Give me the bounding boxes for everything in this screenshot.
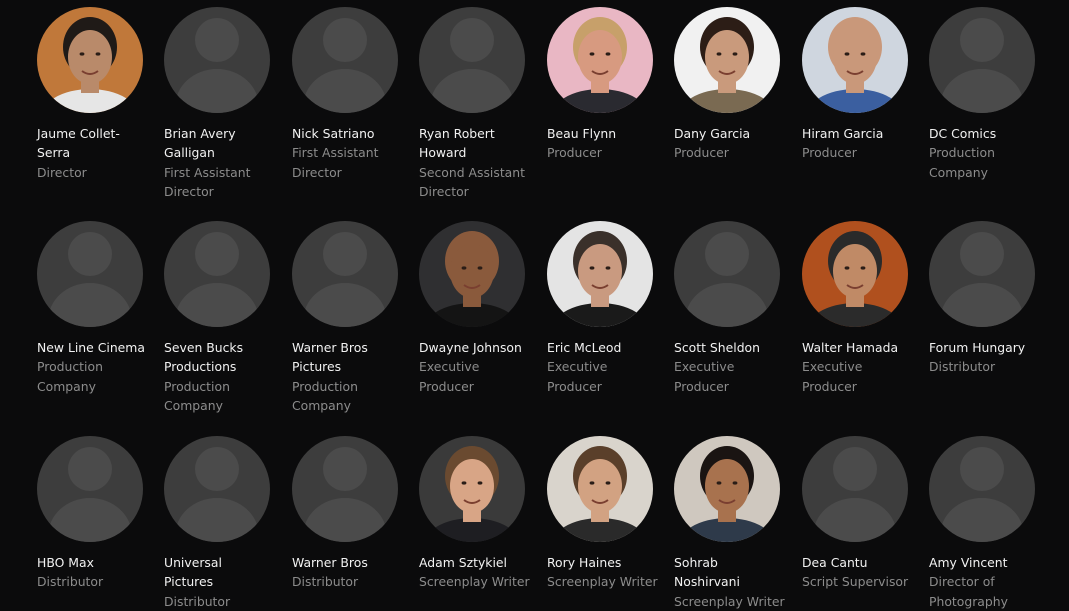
dwayne-johnson-photo[interactable] <box>419 221 525 327</box>
credit-name[interactable]: Beau Flynn <box>547 124 669 143</box>
credit-name[interactable]: Rory Haines <box>547 553 669 572</box>
credit-role: Distributor <box>164 593 231 609</box>
credit-role: Script Supervisor <box>802 574 909 590</box>
credit-meta: Warner Bros Pictures Production Company <box>292 338 414 415</box>
credit-meta: Warner Bros Distributor <box>292 553 414 592</box>
company-placeholder-icon[interactable] <box>164 436 270 542</box>
credit-meta: Nick Satriano First Assistant Director <box>292 124 414 182</box>
credit-meta: Hiram Garcia Producer <box>802 124 924 163</box>
credit-name[interactable]: Forum Hungary <box>929 338 1051 357</box>
credit-role: Production Company <box>929 145 995 180</box>
credit-meta: Eric McLeod Executive Producer <box>547 338 669 396</box>
credit-meta: Dany Garcia Producer <box>674 124 796 163</box>
person-placeholder-icon[interactable] <box>164 7 270 113</box>
credit-name[interactable]: Nick Satriano <box>292 124 414 143</box>
person-placeholder-icon[interactable] <box>419 7 525 113</box>
adam-sztykiel-photo[interactable] <box>419 436 525 542</box>
credit-role: Producer <box>802 145 857 161</box>
credit-name[interactable]: Dany Garcia <box>674 124 796 143</box>
credit-name[interactable]: Dea Cantu <box>802 553 924 572</box>
credit-role: Director of Photography <box>929 574 1008 609</box>
credit-role: Distributor <box>292 574 359 590</box>
credit-name[interactable]: Warner Bros Pictures <box>292 338 414 377</box>
company-placeholder-icon[interactable] <box>292 436 398 542</box>
rory-haines-photo[interactable] <box>547 436 653 542</box>
credit-role: Executive Producer <box>547 359 608 394</box>
credit-role: Production Company <box>164 378 230 413</box>
credit-role: Producer <box>547 145 602 161</box>
credit-name[interactable]: Dwayne Johnson <box>419 338 541 357</box>
credit-meta: Ryan Robert Howard Second Assistant Direc… <box>419 124 541 201</box>
credit-meta: Scott Sheldon Executive Producer <box>674 338 796 396</box>
credit-role: Production Company <box>37 359 103 394</box>
credit-meta: Dwayne Johnson Executive Producer <box>419 338 541 396</box>
credit-meta: Universal Pictures Distributor <box>164 553 286 611</box>
company-placeholder-icon[interactable] <box>292 221 398 327</box>
credit-name[interactable]: Eric McLeod <box>547 338 669 357</box>
credit-meta: Forum Hungary Distributor <box>929 338 1051 377</box>
credit-name[interactable]: Adam Sztykiel <box>419 553 541 572</box>
credit-meta: New Line Cinema Production Company <box>37 338 159 396</box>
credit-meta: Seven Bucks Productions Production Compan… <box>164 338 286 415</box>
person-placeholder-icon[interactable] <box>292 7 398 113</box>
credit-name[interactable]: Ryan Robert Howard <box>419 124 541 163</box>
credit-meta: Walter Hamada Executive Producer <box>802 338 924 396</box>
jaume-collet-serra-photo[interactable] <box>37 7 143 113</box>
credit-role: Screenplay Writer <box>419 574 530 590</box>
credit-meta: Beau Flynn Producer <box>547 124 669 163</box>
credit-role: First Assistant Director <box>164 164 251 199</box>
eric-mcleod-photo[interactable] <box>547 221 653 327</box>
credit-name[interactable]: New Line Cinema <box>37 338 159 357</box>
credit-name[interactable]: DC Comics <box>929 124 1051 143</box>
credit-name[interactable]: Sohrab Noshirvani <box>674 553 796 592</box>
credit-meta: Brian Avery Galligan First Assistant Dire… <box>164 124 286 201</box>
credit-role: Executive Producer <box>674 359 735 394</box>
credit-meta: HBO Max Distributor <box>37 553 159 592</box>
crew-credits-grid: Jaume Collet- Serra Director Brian Avery G… <box>0 0 1069 609</box>
credit-name[interactable]: HBO Max <box>37 553 159 572</box>
credit-role: Production Company <box>292 378 358 413</box>
credit-meta: Adam Sztykiel Screenplay Writer <box>419 553 541 592</box>
credit-role: Screenplay Writer <box>547 574 658 590</box>
credit-name[interactable]: Scott Sheldon <box>674 338 796 357</box>
company-placeholder-icon[interactable] <box>37 436 143 542</box>
sohrab-noshirvani-photo[interactable] <box>674 436 780 542</box>
person-placeholder-icon[interactable] <box>802 436 908 542</box>
credit-meta: Dea Cantu Script Supervisor <box>802 553 924 592</box>
credit-name[interactable]: Warner Bros <box>292 553 414 572</box>
credit-name[interactable]: Seven Bucks Productions <box>164 338 286 377</box>
credit-name[interactable]: Universal Pictures <box>164 553 286 592</box>
credit-role: Executive Producer <box>802 359 863 394</box>
company-placeholder-icon[interactable] <box>37 221 143 327</box>
person-placeholder-icon[interactable] <box>674 221 780 327</box>
credit-role: First Assistant Director <box>292 145 379 180</box>
credit-meta: Rory Haines Screenplay Writer <box>547 553 669 592</box>
company-placeholder-icon[interactable] <box>164 221 270 327</box>
person-placeholder-icon[interactable] <box>929 436 1035 542</box>
credit-role: Distributor <box>37 574 104 590</box>
company-placeholder-icon[interactable] <box>929 221 1035 327</box>
company-placeholder-icon[interactable] <box>929 7 1035 113</box>
credit-name[interactable]: Brian Avery Galligan <box>164 124 286 163</box>
credit-name[interactable]: Jaume Collet- Serra <box>37 124 159 163</box>
hiram-garcia-photo[interactable] <box>802 7 908 113</box>
credit-meta: Amy Vincent Director of Photography <box>929 553 1051 611</box>
credit-role: Executive Producer <box>419 359 480 394</box>
credit-meta: Jaume Collet- Serra Director <box>37 124 159 182</box>
credit-meta: DC Comics Production Company <box>929 124 1051 182</box>
credit-meta: Sohrab Noshirvani Screenplay Writer <box>674 553 796 611</box>
dany-garcia-photo[interactable] <box>674 7 780 113</box>
credit-name[interactable]: Amy Vincent <box>929 553 1051 572</box>
credit-name[interactable]: Hiram Garcia <box>802 124 924 143</box>
beau-flynn-photo[interactable] <box>547 7 653 113</box>
credit-role: Screenplay Writer <box>674 593 785 609</box>
credit-role: Producer <box>674 145 729 161</box>
credit-role: Distributor <box>929 359 996 375</box>
credit-name[interactable]: Walter Hamada <box>802 338 924 357</box>
credit-role: Second Assistant Director <box>419 164 525 199</box>
walter-hamada-photo[interactable] <box>802 221 908 327</box>
credit-role: Director <box>37 164 87 180</box>
